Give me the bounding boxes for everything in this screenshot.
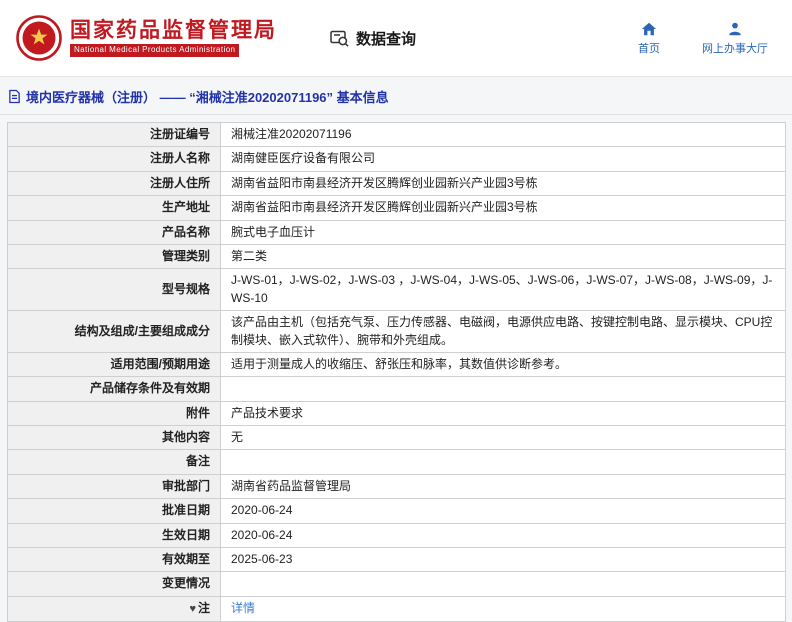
header-nav: 首页 网上办事大厅 bbox=[638, 21, 768, 56]
agency-title-block: 国家药品监督管理局 National Medical Products Admi… bbox=[70, 19, 277, 57]
row-value bbox=[220, 449, 786, 475]
table-row: 产品名称 腕式电子血压计 bbox=[7, 219, 786, 245]
row-label: ♥ 注 bbox=[7, 595, 221, 622]
nav-home[interactable]: 首页 bbox=[638, 21, 660, 56]
row-label: 产品名称 bbox=[7, 219, 221, 245]
page-content: 境内医疗器械（注册） —— “湘械注准20202071196” 基本信息 注册证… bbox=[0, 77, 792, 622]
row-value: 无 bbox=[220, 425, 786, 451]
row-value: 湖南健臣医疗设备有限公司 bbox=[220, 146, 786, 172]
row-label: 变更情况 bbox=[7, 571, 221, 597]
row-label: 结构及组成/主要组成成分 bbox=[7, 310, 221, 353]
table-row: 其他内容无 bbox=[7, 425, 786, 451]
table-row: 注册证编号 湘械注准20202071196 bbox=[7, 121, 786, 148]
nav-hall-label: 网上办事大厅 bbox=[702, 42, 768, 55]
row-value: J-WS-01，J-WS-02，J-WS-03 ，J-WS-04，J-WS-05… bbox=[220, 268, 786, 312]
row-value bbox=[220, 376, 786, 402]
row-label: 产品储存条件及有效期 bbox=[7, 376, 221, 402]
row-label: 型号规格 bbox=[7, 268, 221, 312]
table-row: 附件 产品技术要求 bbox=[7, 400, 786, 427]
home-icon bbox=[641, 21, 657, 37]
detail-link[interactable]: 详情 bbox=[231, 601, 255, 615]
row-value: 第二类 bbox=[220, 243, 786, 270]
table-row: 适用范围/预期用途 适用于测量成人的收缩压、舒张压和脉率，其数值供诊断参考。 bbox=[7, 351, 786, 378]
row-label: 适用范围/预期用途 bbox=[7, 351, 221, 378]
document-icon bbox=[8, 89, 21, 104]
row-label: 附件 bbox=[7, 400, 221, 427]
row-value: 湘械注准20202071196 bbox=[220, 121, 786, 148]
row-value: 该产品由主机（包括充气泵、压力传感器、电磁阀，电源供应电路、按键控制电路、显示模… bbox=[220, 310, 786, 353]
nav-service-hall[interactable]: 网上办事大厅 bbox=[702, 21, 768, 56]
agency-name-en: National Medical Products Administration bbox=[70, 44, 240, 57]
row-value: 详情 bbox=[220, 595, 786, 622]
table-row: ♥ 注详情 bbox=[7, 595, 786, 622]
page-title-text: 境内医疗器械（注册） —— “湘械注准20202071196” 基本信息 bbox=[26, 90, 389, 105]
note-icon: ♥ bbox=[189, 602, 196, 615]
row-value: 2020-06-24 bbox=[220, 498, 786, 524]
row-value: 2025-06-23 bbox=[220, 547, 786, 573]
data-query-section: 数据查询 bbox=[329, 28, 416, 49]
row-value bbox=[220, 571, 786, 597]
row-value: 产品技术要求 bbox=[220, 400, 786, 427]
registration-info-table: 注册证编号 湘械注准20202071196 注册人名称 湖南健臣医疗设备有限公司 注册人… bbox=[7, 121, 786, 622]
row-label: 管理类别 bbox=[7, 243, 221, 270]
row-label: 注册证编号 bbox=[7, 121, 221, 148]
table-row: 审批部门 湖南省药品监督管理局 bbox=[7, 473, 786, 500]
table-row: 有效期至 2025-06-23 bbox=[7, 547, 786, 573]
table-row: 备注 bbox=[7, 449, 786, 475]
row-label: 其他内容 bbox=[7, 425, 221, 451]
data-query-icon bbox=[329, 28, 350, 49]
row-label: 生效日期 bbox=[7, 522, 221, 549]
nav-home-label: 首页 bbox=[638, 42, 660, 55]
agency-name: 国家药品监督管理局 bbox=[70, 19, 277, 43]
data-query-label: 数据查询 bbox=[356, 30, 417, 48]
table-row: 生产地址 湖南省益阳市南县经济开发区腾辉创业园新兴产业园3号栋 bbox=[7, 195, 786, 221]
row-label: 备注 bbox=[7, 449, 221, 475]
agency-brand: 国家药品监督管理局 National Medical Products Admi… bbox=[16, 15, 277, 61]
table-row: 结构及组成/主要组成成分 该产品由主机（包括充气泵、压力传感器、电磁阀，电源供应电… bbox=[7, 310, 786, 353]
page-title: 境内医疗器械（注册） —— “湘械注准20202071196” 基本信息 bbox=[0, 77, 792, 115]
table-row: 批准日期 2020-06-24 bbox=[7, 498, 786, 524]
row-value: 腕式电子血压计 bbox=[220, 219, 786, 245]
table-row: 型号规格 J-WS-01，J-WS-02，J-WS-03 ，J-WS-04，J-W… bbox=[7, 268, 786, 312]
site-header: 国家药品监督管理局 National Medical Products Admi… bbox=[0, 0, 792, 77]
row-value: 湖南省益阳市南县经济开发区腾辉创业园新兴产业园3号栋 bbox=[220, 170, 786, 197]
table-row: 注册人住所 湖南省益阳市南县经济开发区腾辉创业园新兴产业园3号栋 bbox=[7, 170, 786, 197]
row-label: 审批部门 bbox=[7, 473, 221, 500]
row-label: 注册人住所 bbox=[7, 170, 221, 197]
row-value: 2020-06-24 bbox=[220, 522, 786, 549]
row-label: 生产地址 bbox=[7, 195, 221, 221]
table-row: 管理类别 第二类 bbox=[7, 243, 786, 270]
national-emblem-logo bbox=[16, 15, 62, 61]
row-label: 批准日期 bbox=[7, 498, 221, 524]
row-label: 有效期至 bbox=[7, 547, 221, 573]
row-value: 适用于测量成人的收缩压、舒张压和脉率，其数值供诊断参考。 bbox=[220, 351, 786, 378]
table-row: 变更情况 bbox=[7, 571, 786, 597]
row-value: 湖南省益阳市南县经济开发区腾辉创业园新兴产业园3号栋 bbox=[220, 195, 786, 221]
info-table-body: 注册证编号 湘械注准20202071196 注册人名称 湖南健臣医疗设备有限公司 注册人… bbox=[7, 121, 786, 622]
table-row: 注册人名称 湖南健臣医疗设备有限公司 bbox=[7, 146, 786, 172]
table-row: 生效日期 2020-06-24 bbox=[7, 522, 786, 549]
row-value: 湖南省药品监督管理局 bbox=[220, 473, 786, 500]
table-row: 产品储存条件及有效期 bbox=[7, 376, 786, 402]
user-icon bbox=[727, 21, 743, 37]
row-label: 注册人名称 bbox=[7, 146, 221, 172]
